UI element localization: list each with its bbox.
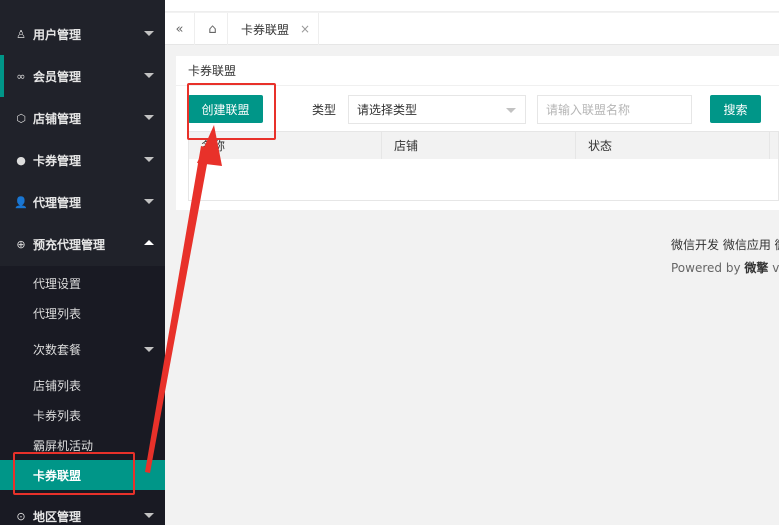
annotation-arrow [145, 125, 222, 473]
